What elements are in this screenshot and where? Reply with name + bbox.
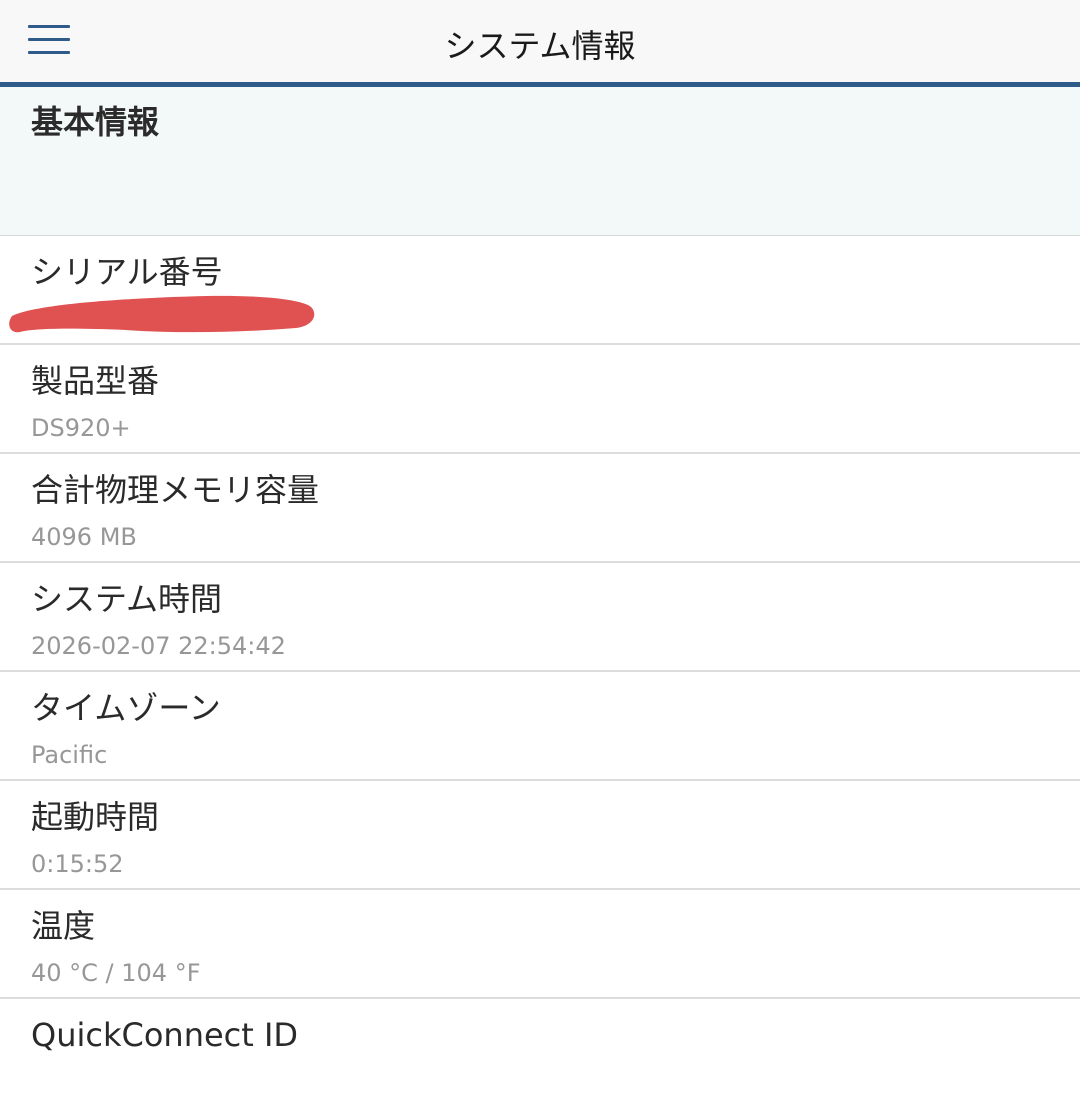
section-header bbox=[0, 87, 1080, 236]
list-item-memory: 合計物理メモリ容量 4096 MB bbox=[0, 454, 1080, 563]
item-value: 4096 MB bbox=[31, 523, 137, 551]
info-list: シリアル番号 製品型番 DS920+ 合計物理メモリ容量 4096 MB システ… bbox=[0, 236, 1080, 1106]
item-label: 温度 bbox=[31, 907, 96, 945]
item-label: 起動時間 bbox=[31, 798, 160, 836]
item-label: タイムゾーン bbox=[31, 689, 221, 727]
item-label: 製品型番 bbox=[31, 362, 160, 400]
list-item-system-time: システム時間 2026-02-07 22:54:42 bbox=[0, 563, 1080, 672]
item-value: Pacific bbox=[31, 741, 108, 769]
item-value: 0:15:52 bbox=[31, 850, 124, 878]
section-title: 基本情報 bbox=[31, 103, 160, 141]
list-item-quickconnect-id: QuickConnect ID bbox=[0, 999, 1080, 1106]
item-label: システム時間 bbox=[31, 580, 223, 618]
page-title: システム情報 bbox=[444, 27, 636, 65]
redaction-mark bbox=[9, 295, 315, 333]
item-value: 40 °C / 104 °F bbox=[31, 959, 201, 987]
item-label: 合計物理メモリ容量 bbox=[31, 471, 320, 509]
item-label: シリアル番号 bbox=[31, 253, 223, 291]
item-value: DS920+ bbox=[31, 414, 131, 442]
list-item-uptime: 起動時間 0:15:52 bbox=[0, 781, 1080, 890]
item-label: QuickConnect ID bbox=[31, 1016, 299, 1054]
list-item-model: 製品型番 DS920+ bbox=[0, 345, 1080, 454]
list-item-temperature: 温度 40 °C / 104 °F bbox=[0, 890, 1080, 999]
list-item-serial-number: シリアル番号 bbox=[0, 236, 1080, 345]
list-item-timezone: タイムゾーン Pacific bbox=[0, 672, 1080, 781]
item-value: 2026-02-07 22:54:42 bbox=[31, 632, 286, 660]
app-header: システム情報 bbox=[0, 0, 1080, 87]
